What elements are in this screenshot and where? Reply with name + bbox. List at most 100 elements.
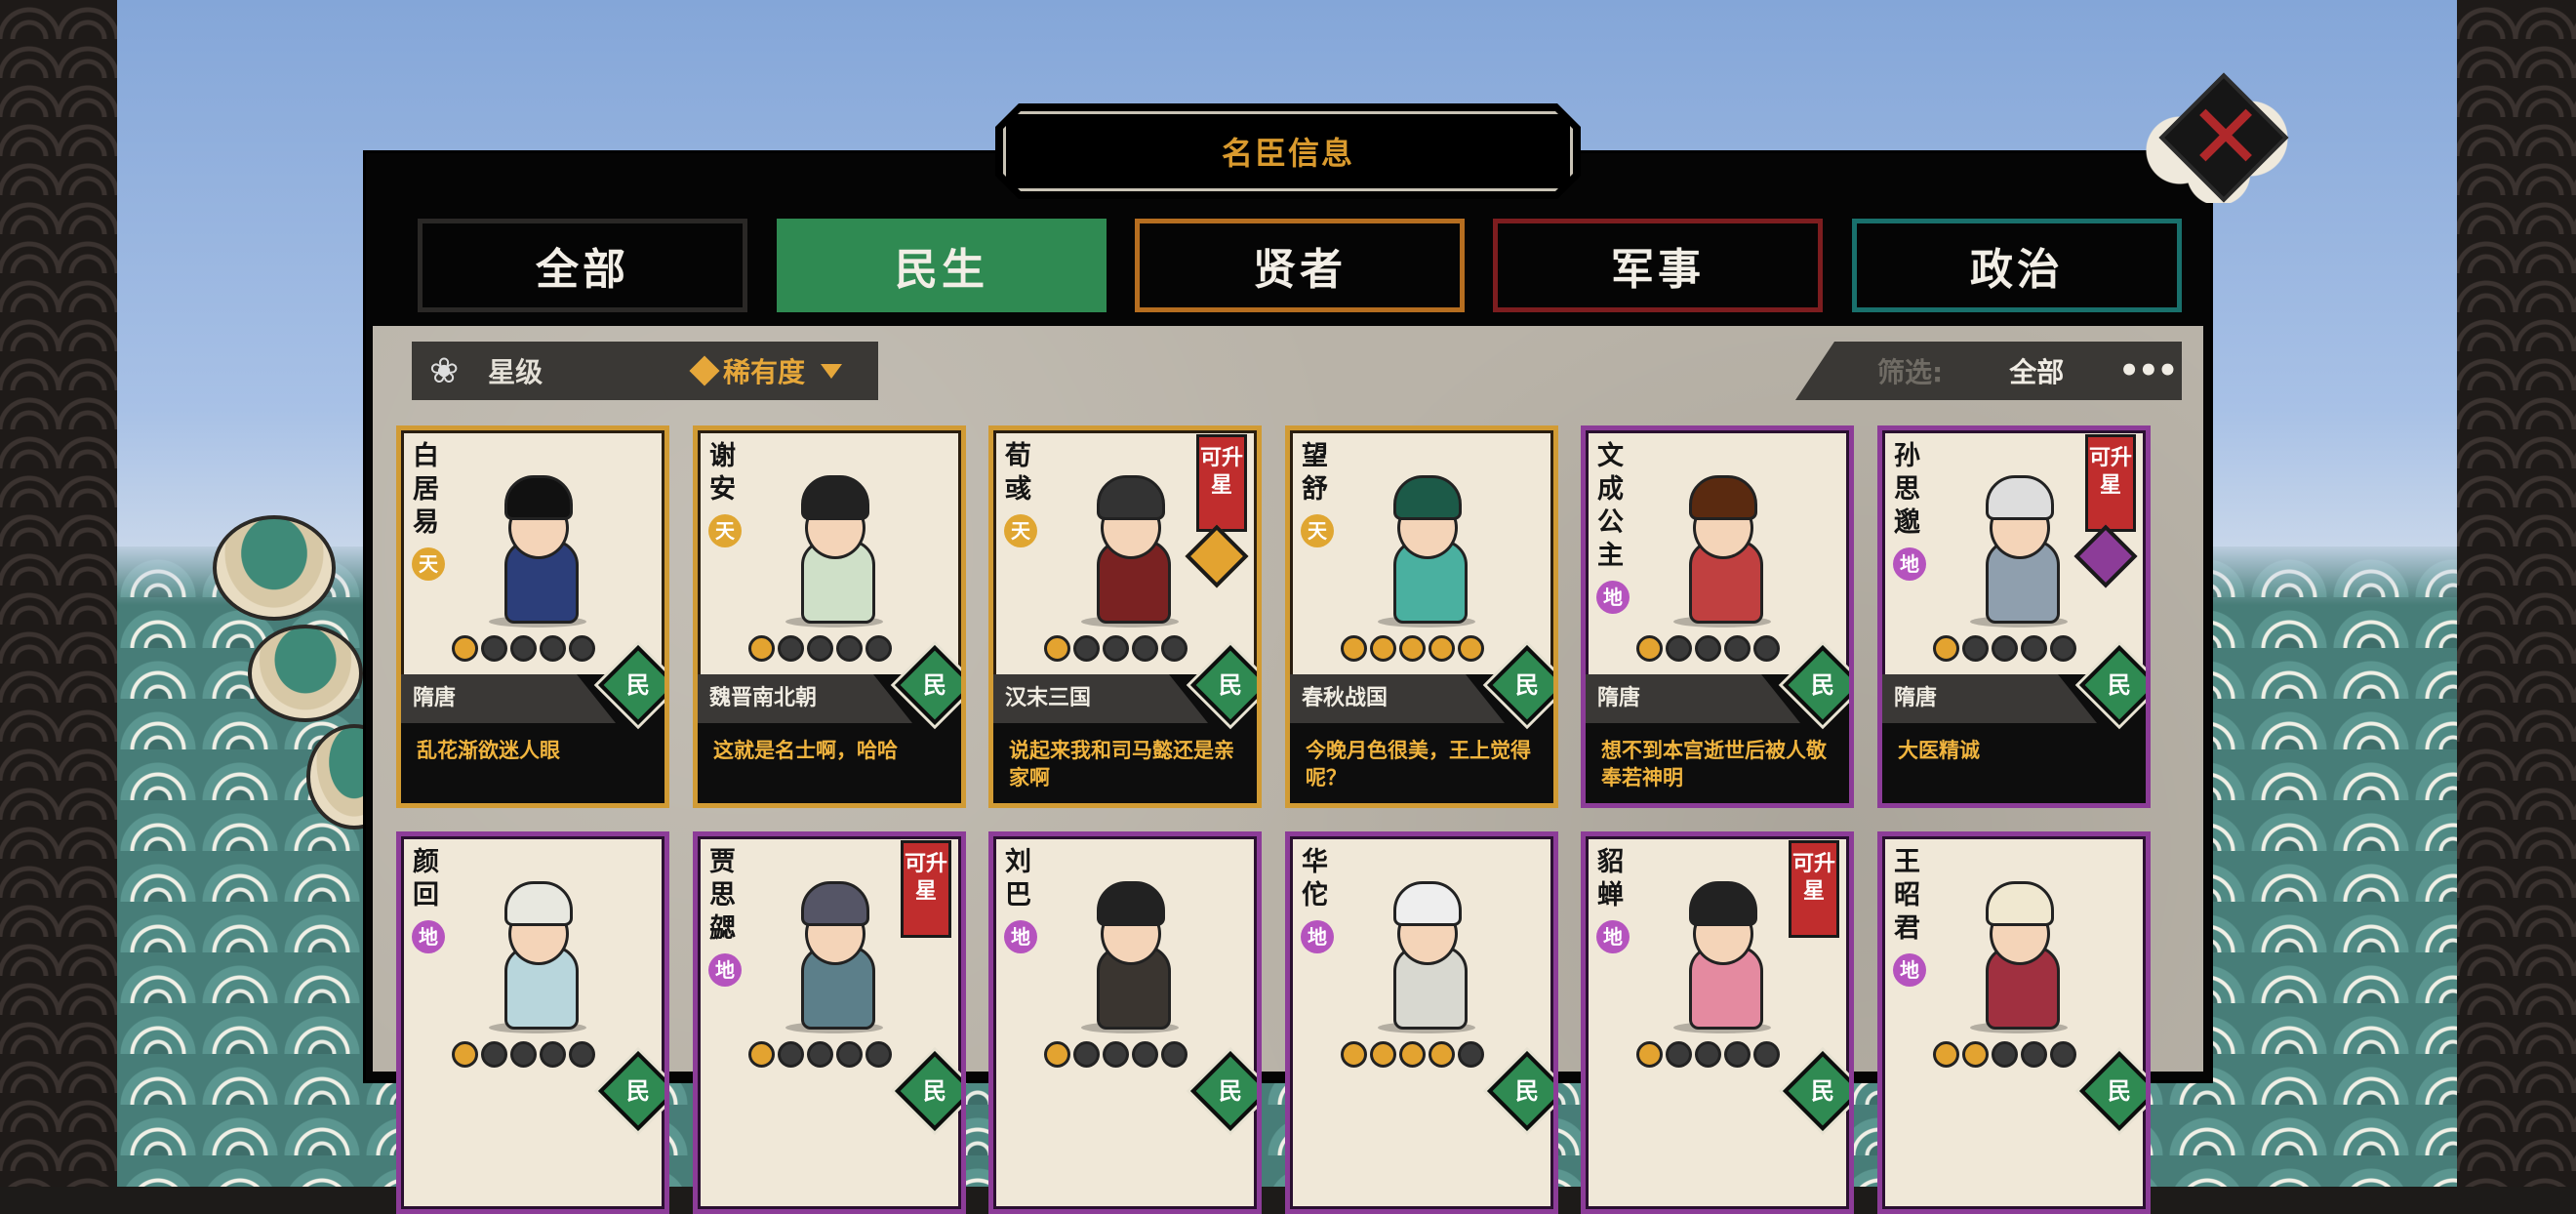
type-badge-text: 民 — [2108, 1077, 2131, 1105]
star-empty-icon — [1161, 635, 1187, 662]
tab-all[interactable]: 全部 — [418, 219, 747, 312]
star-filled-icon — [1429, 1041, 1455, 1068]
star-rating — [1933, 635, 2076, 662]
minister-quote: 这就是名士啊，哈哈 — [713, 739, 898, 762]
tab-politics[interactable]: 政治 — [1852, 219, 2182, 312]
minister-name: 刘巴 — [1005, 847, 1031, 910]
star-filled-icon — [1399, 1041, 1426, 1068]
filter-value[interactable]: 全部 — [2009, 351, 2064, 390]
minister-name: 文成公主 — [1597, 441, 1624, 571]
star-rating — [452, 1041, 595, 1068]
star-empty-icon — [2050, 635, 2076, 662]
star-empty-icon — [1073, 1041, 1100, 1068]
star-rating — [1341, 635, 1484, 662]
minister-card[interactable]: 刘巴地民 — [988, 831, 1262, 1214]
minister-portrait — [1358, 460, 1495, 635]
type-badge-text: 民 — [1515, 671, 1539, 699]
star-empty-icon — [1753, 635, 1780, 662]
type-badge-text: 民 — [2108, 671, 2131, 699]
upgradable-tag: 可升星 — [901, 840, 951, 938]
close-button[interactable]: ✕ — [2127, 72, 2303, 213]
diamond-icon — [689, 355, 720, 386]
minister-card[interactable]: 王昭君地民 — [1877, 831, 2151, 1214]
grade-badge: 天 — [412, 547, 445, 581]
minister-name: 孙思邈 — [1894, 441, 1920, 538]
sort-by-star-button[interactable]: ❀ 星级 — [412, 342, 675, 400]
star-filled-icon — [1044, 635, 1070, 662]
star-empty-icon — [1666, 635, 1692, 662]
minister-quote: 大医精诚 — [1898, 739, 1980, 762]
minister-quote: 乱花渐欲迷人眼 — [417, 739, 560, 762]
star-empty-icon — [481, 635, 507, 662]
minister-card[interactable]: 白居易天隋唐 乱花渐欲迷人眼民 — [396, 425, 669, 808]
upgradable-tag: 可升星 — [2085, 434, 2136, 532]
tab-sage[interactable]: 贤者 — [1135, 219, 1465, 312]
minister-card[interactable]: 华佗地民 — [1285, 831, 1558, 1214]
type-badge-text: 民 — [923, 1077, 946, 1105]
type-badge-text: 民 — [1219, 1077, 1242, 1105]
star-empty-icon — [1161, 1041, 1187, 1068]
minister-portrait — [1062, 866, 1198, 1041]
star-filled-icon — [1933, 1041, 1959, 1068]
panel-title: 名臣信息 — [995, 103, 1581, 199]
minister-name: 荀彧 — [1005, 441, 1031, 505]
grade-badge: 地 — [1301, 920, 1334, 953]
minister-name: 华佗 — [1302, 847, 1328, 910]
star-empty-icon — [2021, 1041, 2047, 1068]
minister-card[interactable]: 贾思勰地民 可升星 — [693, 831, 966, 1214]
sort-rarity-label: 稀有度 — [723, 356, 806, 388]
minister-card[interactable]: 荀彧天汉末三国 说起来我和司马懿还是亲家啊民可升星 — [988, 425, 1262, 808]
star-empty-icon — [807, 635, 833, 662]
type-badge-text: 民 — [626, 1077, 650, 1105]
type-badge-text: 民 — [1515, 1077, 1539, 1105]
minister-name: 貂蝉 — [1597, 847, 1624, 910]
tab-livelihood[interactable]: 民生 — [777, 219, 1107, 312]
left-wave-border — [0, 0, 117, 1187]
star-filled-icon — [1341, 635, 1367, 662]
type-badge-text: 民 — [1811, 1077, 1834, 1105]
minister-portrait — [1358, 866, 1495, 1041]
type-badge-text: 民 — [626, 671, 650, 699]
minister-card[interactable]: 孙思邈地隋唐 大医精诚民可升星 — [1877, 425, 2151, 808]
minister-quote: 想不到本宫逝世后被人敬奉若神明 — [1601, 739, 1827, 789]
star-rating — [748, 1041, 892, 1068]
filter-label: 筛选: — [1877, 356, 1944, 388]
star-empty-icon — [1753, 1041, 1780, 1068]
minister-card[interactable]: 颜回地民 — [396, 831, 669, 1214]
floating-island — [248, 625, 363, 722]
star-filled-icon — [1370, 1041, 1396, 1068]
star-rating — [1933, 1041, 2076, 1068]
grade-badge: 天 — [1004, 514, 1037, 547]
minister-card[interactable]: 貂蝉地民 可升星 — [1581, 831, 1854, 1214]
star-empty-icon — [865, 1041, 892, 1068]
star-filled-icon — [748, 1041, 775, 1068]
grade-badge: 天 — [708, 514, 742, 547]
minister-portrait — [766, 460, 903, 635]
minister-quote: 今晚月色很美，王上觉得呢？ — [1306, 739, 1531, 789]
minister-card[interactable]: 谢安天魏晋南北朝 这就是名士啊，哈哈民 — [693, 425, 966, 808]
right-wave-border — [2457, 0, 2576, 1187]
sort-by-rarity-button[interactable]: 稀有度 — [639, 342, 878, 400]
star-empty-icon — [1103, 635, 1129, 662]
minister-card[interactable]: 望舒天春秋战国 今晚月色很美，王上觉得呢？民 — [1285, 425, 1558, 808]
star-rating — [1636, 1041, 1780, 1068]
star-empty-icon — [540, 1041, 566, 1068]
minister-portrait — [1951, 460, 2087, 635]
star-filled-icon — [1933, 635, 1959, 662]
type-badge-text: 民 — [1219, 671, 1242, 699]
minister-card[interactable]: 文成公主地隋唐 想不到本宫逝世后被人敬奉若神明民 — [1581, 425, 1854, 808]
minister-portrait — [469, 866, 606, 1041]
upgradable-tag: 可升星 — [1789, 840, 1839, 938]
star-empty-icon — [836, 1041, 863, 1068]
star-filled-icon — [1458, 635, 1484, 662]
star-filled-icon — [452, 635, 478, 662]
star-empty-icon — [1132, 635, 1158, 662]
dropdown-triangle-icon — [821, 363, 843, 379]
star-empty-icon — [836, 635, 863, 662]
tab-military[interactable]: 军事 — [1493, 219, 1823, 312]
star-empty-icon — [540, 635, 566, 662]
grade-badge: 地 — [412, 920, 445, 953]
star-empty-icon — [510, 635, 537, 662]
more-icon[interactable]: ••• — [2118, 351, 2178, 390]
star-filled-icon — [748, 635, 775, 662]
